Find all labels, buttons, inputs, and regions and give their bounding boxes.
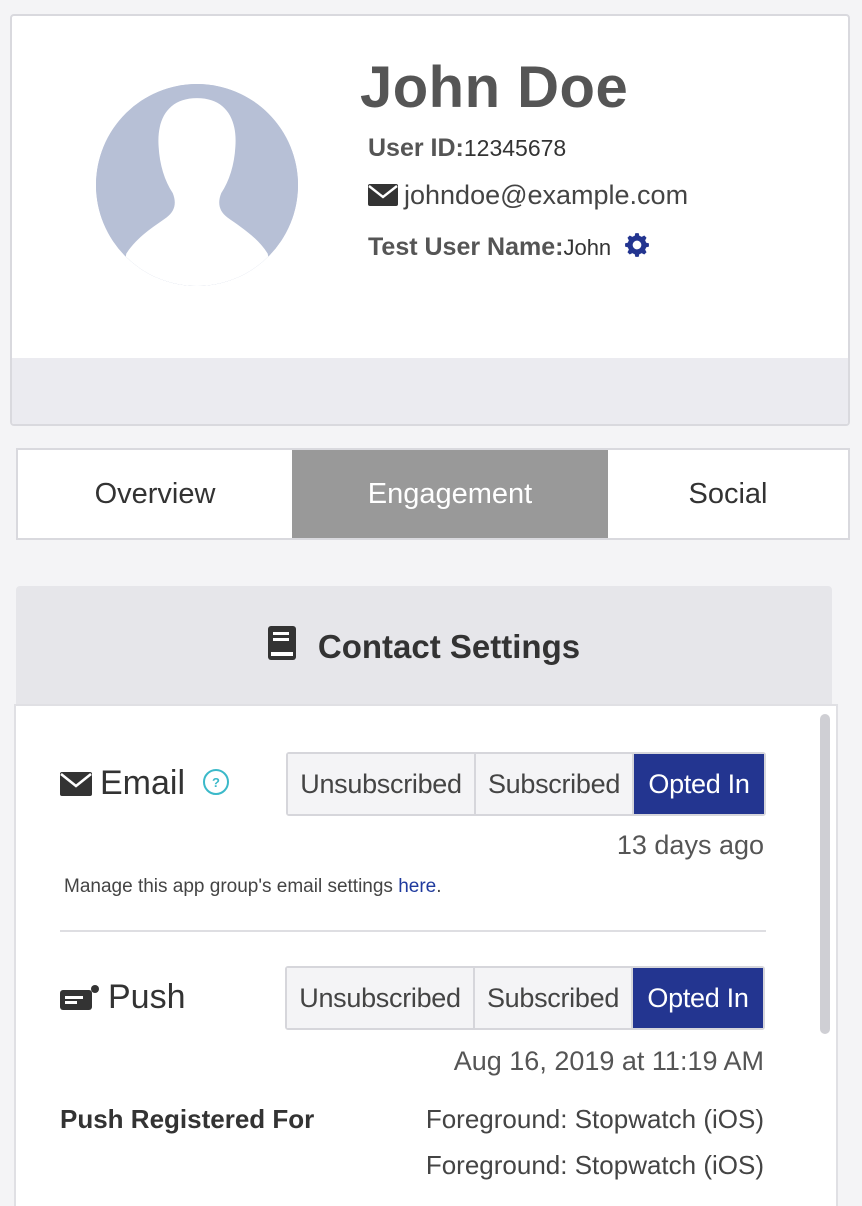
push-icon (60, 985, 99, 1010)
email-timestamp: 13 days ago (616, 830, 764, 860)
push-registered-item: Foreground: Stopwatch (iOS) (425, 1104, 764, 1134)
profile-tabs: Overview Engagement Social (16, 448, 850, 540)
contact-settings-title-row: Contact Settings (16, 626, 832, 666)
email-settings-link[interactable]: here (398, 876, 436, 897)
user-silhouette-icon (96, 84, 298, 286)
test-user-value: John (563, 235, 612, 260)
svg-text:?: ? (213, 775, 221, 790)
email-opted-in-button[interactable]: Opted In (634, 754, 764, 814)
tab-overview[interactable]: Overview (18, 450, 292, 538)
email-settings-note: Manage this app group's email settings h… (64, 876, 442, 898)
tab-social[interactable]: Social (608, 450, 848, 538)
push-subscription-toggle: Unsubscribed Subscribed Opted In (285, 966, 765, 1030)
contact-settings-title: Contact Settings (317, 628, 581, 665)
help-icon[interactable]: ? (202, 768, 230, 796)
test-user-row: Test User Name:John (368, 232, 650, 262)
email-unsubscribed-button[interactable]: Unsubscribed (288, 754, 476, 814)
section-divider (60, 930, 766, 932)
user-email-row: johndoe@example.com (368, 180, 688, 211)
push-timestamp: Aug 16, 2019 at 11:19 AM (453, 1046, 764, 1076)
push-registered-item: Foreground: Stopwatch (iOS) (425, 1150, 764, 1180)
user-email: johndoe@example.com (404, 180, 689, 210)
envelope-icon (60, 772, 92, 796)
envelope-icon (368, 184, 398, 206)
contact-settings-header: Contact Settings (16, 586, 832, 712)
tab-engagement[interactable]: Engagement (292, 450, 608, 538)
user-id-row: User ID:12345678 (368, 134, 566, 163)
user-name: John Doe (360, 55, 629, 120)
profile-card-footer (12, 358, 848, 424)
email-section-label: Email ? (60, 764, 238, 803)
email-settings-note-suffix: . (436, 876, 442, 897)
avatar (96, 84, 298, 286)
email-label: Email (100, 764, 186, 802)
push-section-label: Push (60, 978, 186, 1017)
test-user-label: Test User Name: (368, 233, 564, 261)
panel-scrollbar[interactable] (820, 714, 830, 1034)
user-id-label: User ID: (368, 134, 464, 162)
push-opted-in-button[interactable]: Opted In (633, 968, 763, 1028)
push-subscribed-button[interactable]: Subscribed (475, 968, 633, 1028)
push-unsubscribed-button[interactable]: Unsubscribed (287, 968, 475, 1028)
profile-card: John Doe User ID:12345678 johndoe@exampl… (10, 14, 850, 426)
push-registered-label: Push Registered For (60, 1104, 315, 1134)
email-settings-note-text: Manage this app group's email settings (64, 876, 393, 897)
gear-icon[interactable] (624, 232, 650, 258)
email-subscription-toggle: Unsubscribed Subscribed Opted In (286, 752, 766, 816)
book-icon (267, 626, 296, 660)
push-label: Push (108, 978, 186, 1016)
email-subscribed-button[interactable]: Subscribed (476, 754, 634, 814)
user-id-value: 12345678 (463, 135, 567, 161)
contact-settings-panel: Email ? Unsubscribed Subscribed Opted In… (14, 704, 838, 1206)
